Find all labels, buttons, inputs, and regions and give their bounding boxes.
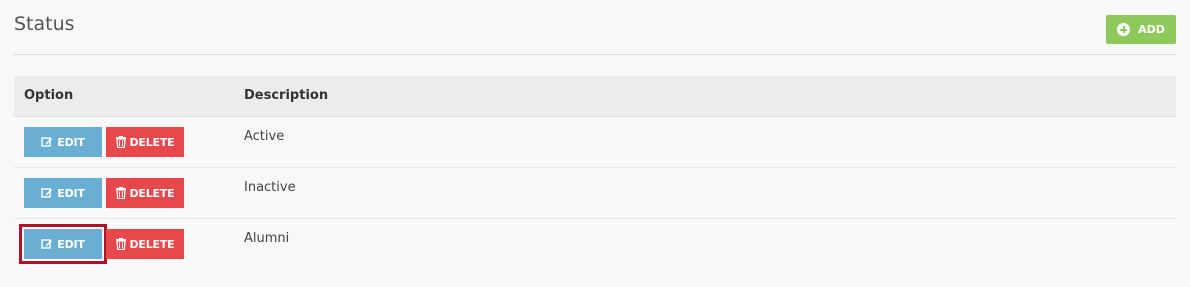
status-description: Alumni	[244, 231, 290, 246]
delete-button-label: DELETE	[129, 186, 175, 200]
table-row: EDIT DELETE Active	[14, 117, 1176, 168]
panel-header: Status ADD	[14, 0, 1176, 55]
edit-button[interactable]: EDIT	[24, 178, 102, 208]
edit-icon	[41, 238, 53, 250]
edit-button-label: EDIT	[57, 186, 85, 200]
trash-icon	[115, 136, 126, 149]
delete-button-label: DELETE	[129, 237, 175, 251]
add-button[interactable]: ADD	[1106, 15, 1176, 44]
status-description: Inactive	[244, 180, 296, 195]
status-table: Option Description EDIT DELETE Active ED…	[14, 76, 1176, 269]
trash-icon	[115, 187, 126, 200]
column-header-option: Option	[24, 88, 74, 103]
edit-button[interactable]: EDIT	[19, 224, 107, 264]
page-title: Status	[14, 13, 75, 35]
trash-icon	[115, 238, 126, 251]
delete-button[interactable]: DELETE	[106, 229, 184, 259]
table-row: EDIT DELETE Inactive	[14, 168, 1176, 219]
edit-icon	[41, 187, 53, 199]
delete-button[interactable]: DELETE	[106, 178, 184, 208]
status-panel: Status ADD Option Description EDIT DELET…	[0, 0, 1190, 287]
column-header-description: Description	[244, 88, 329, 103]
edit-button-label: EDIT	[57, 237, 85, 251]
plus-circle-icon	[1117, 23, 1131, 36]
status-description: Active	[244, 129, 285, 144]
delete-button[interactable]: DELETE	[106, 127, 184, 157]
add-button-label: ADD	[1138, 23, 1165, 36]
edit-button[interactable]: EDIT	[24, 127, 102, 157]
delete-button-label: DELETE	[129, 135, 175, 149]
edit-icon	[41, 136, 53, 148]
edit-button-label: EDIT	[57, 135, 85, 149]
table-row: EDIT DELETE Alumni	[14, 219, 1176, 269]
table-header: Option Description	[14, 76, 1176, 117]
